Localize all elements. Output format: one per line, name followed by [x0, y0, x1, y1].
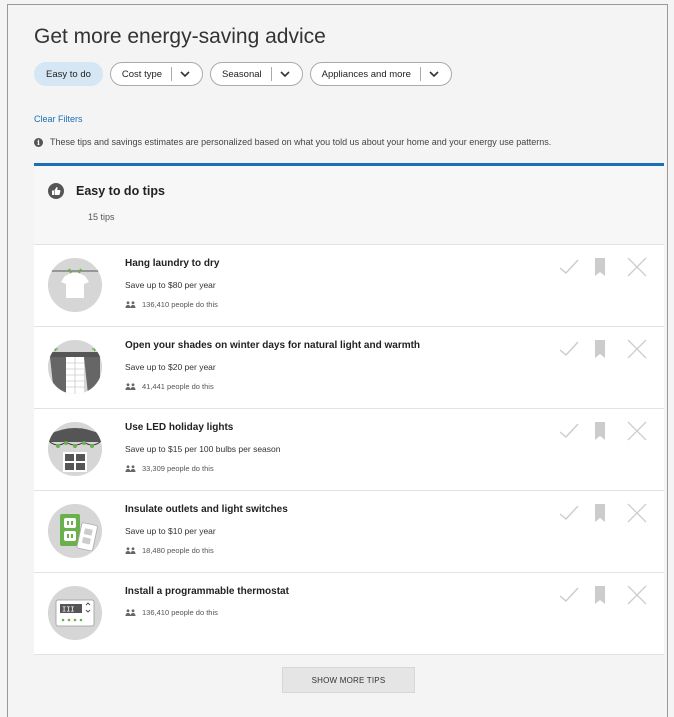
check-icon[interactable] — [559, 587, 579, 603]
tip-row[interactable]: Use LED holiday lights Save up to $15 pe… — [34, 409, 664, 491]
check-icon[interactable] — [559, 423, 579, 439]
divider — [270, 67, 272, 81]
close-icon[interactable] — [627, 339, 647, 359]
people-count: 136,410 people do this — [142, 300, 218, 309]
thumbs-up-icon — [48, 183, 64, 199]
filter-seasonal[interactable]: Seasonal — [210, 62, 303, 86]
tip-row[interactable]: III Install a programmable thermostat 13… — [34, 573, 664, 655]
tip-savings: Save up to $80 per year — [125, 280, 216, 290]
check-icon[interactable] — [559, 341, 579, 357]
tip-actions — [559, 503, 647, 523]
filter-label: Appliances and more — [321, 68, 411, 80]
holiday-lights-icon — [48, 422, 102, 476]
tips-panel: Easy to do tips 15 tips Hang laundry to … — [34, 163, 664, 715]
people-icon — [125, 383, 136, 390]
bookmark-icon[interactable] — [595, 258, 605, 276]
people-icon — [125, 547, 136, 554]
bookmark-icon[interactable] — [595, 422, 605, 440]
page-title: Get more energy-saving advice — [34, 25, 326, 48]
tip-title[interactable]: Insulate outlets and light switches — [125, 504, 288, 515]
svg-text:III: III — [62, 606, 75, 614]
tip-people: 136,410 people do this — [125, 300, 218, 309]
thermostat-icon: III — [48, 586, 102, 640]
tip-title[interactable]: Hang laundry to dry — [125, 258, 219, 269]
tip-people: 33,309 people do this — [125, 464, 214, 473]
people-icon — [125, 609, 136, 616]
tip-actions — [559, 421, 647, 441]
close-icon[interactable] — [627, 257, 647, 277]
tip-people: 41,441 people do this — [125, 382, 214, 391]
check-icon[interactable] — [559, 505, 579, 521]
tips-count: 15 tips — [88, 212, 115, 222]
tip-actions — [559, 257, 647, 277]
filter-label: Easy to do — [46, 68, 91, 80]
tip-title[interactable]: Use LED holiday lights — [125, 422, 233, 433]
filter-bar: Easy to do Cost type Seasonal Appliances… — [34, 62, 452, 86]
bookmark-icon[interactable] — [595, 504, 605, 522]
tip-actions — [559, 585, 647, 605]
close-icon[interactable] — [627, 503, 647, 523]
tip-title[interactable]: Open your shades on winter days for natu… — [125, 340, 420, 351]
people-count: 18,480 people do this — [142, 546, 214, 555]
divider — [171, 67, 173, 81]
tips-panel-title: Easy to do tips — [76, 184, 165, 198]
close-icon[interactable] — [627, 585, 647, 605]
info-icon: i — [34, 137, 43, 147]
app-frame: Get more energy-saving advice Easy to do… — [7, 4, 668, 717]
people-count: 136,410 people do this — [142, 608, 218, 617]
tips-panel-header: Easy to do tips 15 tips — [34, 166, 664, 245]
show-more-area: SHOW MORE TIPS — [34, 655, 664, 715]
tip-row[interactable]: Insulate outlets and light switches Save… — [34, 491, 664, 573]
show-more-tips-button[interactable]: SHOW MORE TIPS — [282, 667, 415, 693]
close-icon[interactable] — [627, 421, 647, 441]
tip-actions — [559, 339, 647, 359]
chevron-down-icon[interactable] — [279, 68, 291, 80]
people-icon — [125, 465, 136, 472]
tip-title[interactable]: Install a programmable thermostat — [125, 586, 289, 597]
tip-row[interactable]: Hang laundry to dry Save up to $80 per y… — [34, 245, 664, 327]
people-icon — [125, 301, 136, 308]
tip-savings: Save up to $15 per 100 bulbs per season — [125, 444, 281, 454]
tip-savings: Save up to $20 per year — [125, 362, 216, 372]
personalization-note: i These tips and savings estimates are p… — [34, 137, 551, 147]
chevron-down-icon[interactable] — [428, 68, 440, 80]
tip-people: 18,480 people do this — [125, 546, 214, 555]
filter-label: Seasonal — [222, 68, 262, 80]
bookmark-icon[interactable] — [595, 340, 605, 358]
laundry-shirt-icon — [48, 258, 102, 312]
window-shades-icon — [48, 340, 102, 394]
tip-savings: Save up to $10 per year — [125, 526, 216, 536]
filter-label: Cost type — [121, 68, 163, 80]
bookmark-icon[interactable] — [595, 586, 605, 604]
people-count: 33,309 people do this — [142, 464, 214, 473]
chevron-down-icon[interactable] — [179, 68, 191, 80]
check-icon[interactable] — [559, 259, 579, 275]
people-count: 41,441 people do this — [142, 382, 214, 391]
note-text: These tips and savings estimates are per… — [50, 137, 552, 147]
tip-people: 136,410 people do this — [125, 608, 218, 617]
outlet-icon — [48, 504, 102, 558]
clear-filters-link[interactable]: Clear Filters — [34, 114, 83, 124]
filter-cost-type[interactable]: Cost type — [109, 62, 204, 86]
filter-easy-to-do[interactable]: Easy to do — [34, 62, 103, 86]
tip-row[interactable]: Open your shades on winter days for natu… — [34, 327, 664, 409]
filter-appliances[interactable]: Appliances and more — [309, 62, 452, 86]
divider — [419, 67, 421, 81]
